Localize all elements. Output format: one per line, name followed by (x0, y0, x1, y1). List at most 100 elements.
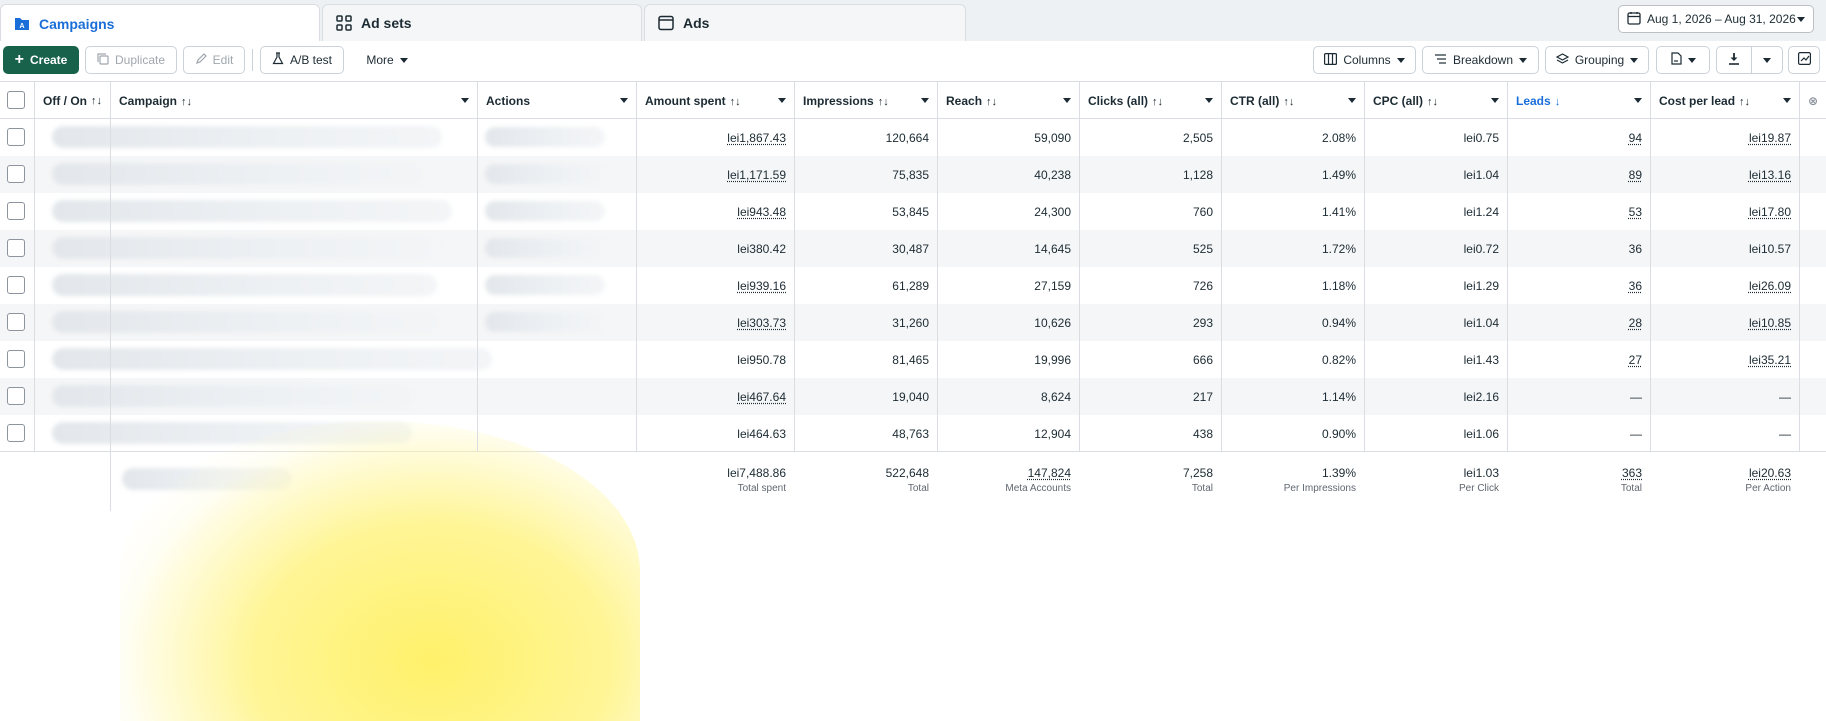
sort-icon[interactable]: ↑↓ (878, 96, 889, 108)
cell-amount[interactable]: lei303.73 (636, 304, 794, 341)
cell-leads[interactable]: 28 (1507, 304, 1650, 341)
col-amount-spent[interactable]: Amount spent ↑↓ (636, 82, 794, 119)
select-all-checkbox[interactable] (7, 91, 25, 109)
cell-value: 36 (1629, 242, 1642, 256)
table-row[interactable]: lei303.73 31,260 10,626 293 0.94% lei1.04 28 le… (0, 304, 1826, 341)
reports-button[interactable] (1656, 46, 1710, 74)
cell-cpl[interactable]: — (1650, 415, 1799, 452)
row-checkbox[interactable] (7, 239, 25, 257)
col-offon[interactable]: Off / On ↑↓ (34, 82, 110, 119)
row-checkbox[interactable] (7, 424, 25, 442)
cell-cpl[interactable]: lei19.87 (1650, 119, 1799, 156)
table-row[interactable]: lei380.42 30,487 14,645 525 1.72% lei0.72 36 le… (0, 230, 1826, 267)
cell-amount[interactable]: lei939.16 (636, 267, 794, 304)
table-row[interactable]: lei943.48 53,845 24,300 760 1.41% lei1.24 53 le… (0, 193, 1826, 230)
chevron-down-icon (461, 98, 469, 103)
sort-icon[interactable]: ↑↓ (730, 96, 741, 108)
sort-icon[interactable]: ↑↓ (1152, 96, 1163, 108)
chevron-down-icon (1063, 98, 1071, 103)
table-row[interactable]: lei939.16 61,289 27,159 726 1.18% lei1.29 36 le… (0, 267, 1826, 304)
edit-label: Edit (213, 53, 234, 67)
cell-value: lei467.64 (737, 390, 786, 404)
sort-icon[interactable]: ↓ (1555, 96, 1561, 108)
cell-amount[interactable]: lei380.42 (636, 230, 794, 267)
cell-value: 12,904 (1034, 427, 1071, 441)
cell-cpl[interactable]: lei10.85 (1650, 304, 1799, 341)
col-cpc[interactable]: CPC (all) ↑↓ (1364, 82, 1507, 119)
ab-test-button[interactable]: A/B test (260, 46, 344, 74)
table-row[interactable]: lei950.78 81,465 19,996 666 0.82% lei1.43 27 le… (0, 341, 1826, 378)
row-checkbox[interactable] (7, 313, 25, 331)
grouping-button[interactable]: Grouping (1545, 46, 1649, 74)
col-reach[interactable]: Reach ↑↓ (937, 82, 1079, 119)
cell-cpl[interactable]: lei13.16 (1650, 156, 1799, 193)
col-cost-per-lead[interactable]: Cost per lead ↑↓ (1650, 82, 1799, 119)
cell-amount[interactable]: lei1,171.59 (636, 156, 794, 193)
cell-amount[interactable]: lei464.63 (636, 415, 794, 452)
cell-amount[interactable]: lei950.78 (636, 341, 794, 378)
table-row[interactable]: lei1,867.43 120,664 59,090 2,505 2.08% lei0.7… (0, 119, 1826, 156)
cell-value: 726 (1193, 279, 1213, 293)
row-checkbox[interactable] (7, 202, 25, 220)
cell-value: 1.49% (1322, 168, 1356, 182)
cell-leads[interactable]: 27 (1507, 341, 1650, 378)
cell-leads[interactable]: 53 (1507, 193, 1650, 230)
cell-value: lei1.04 (1464, 168, 1499, 182)
cell-leads[interactable]: 94 (1507, 119, 1650, 156)
cell-amount[interactable]: lei467.64 (636, 378, 794, 415)
row-checkbox[interactable] (7, 276, 25, 294)
table-row[interactable]: lei1,171.59 75,835 40,238 1,128 1.49% lei1.04… (0, 156, 1826, 193)
create-button[interactable]: + Create (3, 46, 79, 74)
cell-leads[interactable]: 36 (1507, 267, 1650, 304)
cell-leads[interactable]: 89 (1507, 156, 1650, 193)
cell-value: lei1.43 (1464, 353, 1499, 367)
col-leads[interactable]: Leads ↓ (1507, 82, 1650, 119)
cell-cpc: lei1.43 (1364, 341, 1507, 378)
sort-icon[interactable]: ↑↓ (181, 96, 192, 108)
sort-icon[interactable]: ↑↓ (1427, 96, 1438, 108)
col-campaign[interactable]: Campaign ↑↓ (110, 82, 477, 119)
cell-impressions: 48,763 (794, 415, 937, 452)
breakdown-button[interactable]: Breakdown (1422, 46, 1539, 74)
export-dropdown-button[interactable] (1751, 46, 1783, 74)
cell-cpl[interactable]: lei17.80 (1650, 193, 1799, 230)
blurred-campaign-name (52, 163, 432, 185)
col-ctr[interactable]: CTR (all) ↑↓ (1221, 82, 1364, 119)
table-row[interactable]: lei467.64 19,040 8,624 217 1.14% lei2.16 — — (0, 378, 1826, 415)
col-reach-label: Reach ↑↓ (946, 94, 1063, 108)
cell-cpl[interactable]: lei35.21 (1650, 341, 1799, 378)
sort-icon[interactable]: ↑↓ (986, 96, 997, 108)
cell-ctr: 1.72% (1221, 230, 1364, 267)
row-checkbox[interactable] (7, 165, 25, 183)
duplicate-button[interactable]: Duplicate (85, 46, 177, 74)
col-actions[interactable]: Actions (477, 82, 636, 119)
row-checkbox[interactable] (7, 128, 25, 146)
cell-cpc: lei0.75 (1364, 119, 1507, 156)
edit-button[interactable]: Edit (183, 46, 245, 74)
cell-cpl[interactable]: lei10.57 (1650, 230, 1799, 267)
col-clicks[interactable]: Clicks (all) ↑↓ (1079, 82, 1221, 119)
sort-icon[interactable]: ↑↓ (1283, 96, 1294, 108)
cell-leads[interactable]: — (1507, 415, 1650, 452)
add-column-cell[interactable]: ⊗ (1799, 82, 1826, 119)
tab-campaigns[interactable]: A Campaigns (0, 4, 320, 42)
row-checkbox[interactable] (7, 350, 25, 368)
tab-ads[interactable]: Ads (644, 4, 966, 41)
tab-adsets[interactable]: Ad sets (322, 4, 642, 41)
grouping-label: Grouping (1575, 53, 1624, 67)
cell-value: 1,128 (1183, 168, 1213, 182)
export-button[interactable] (1716, 46, 1752, 74)
date-range-picker[interactable]: Aug 1, 2026 – Aug 31, 2026 (1618, 5, 1814, 33)
cell-cpl[interactable]: — (1650, 378, 1799, 415)
col-impressions[interactable]: Impressions ↑↓ (794, 82, 937, 119)
sort-icon[interactable]: ↑↓ (1739, 96, 1750, 108)
cell-amount[interactable]: lei943.48 (636, 193, 794, 230)
charts-button[interactable] (1788, 46, 1820, 74)
cell-leads[interactable]: — (1507, 378, 1650, 415)
columns-button[interactable]: Columns (1313, 46, 1416, 74)
cell-cpl[interactable]: lei26.09 (1650, 267, 1799, 304)
row-checkbox[interactable] (7, 387, 25, 405)
more-button[interactable]: More (354, 46, 420, 74)
cell-leads[interactable]: 36 (1507, 230, 1650, 267)
cell-amount[interactable]: lei1,867.43 (636, 119, 794, 156)
